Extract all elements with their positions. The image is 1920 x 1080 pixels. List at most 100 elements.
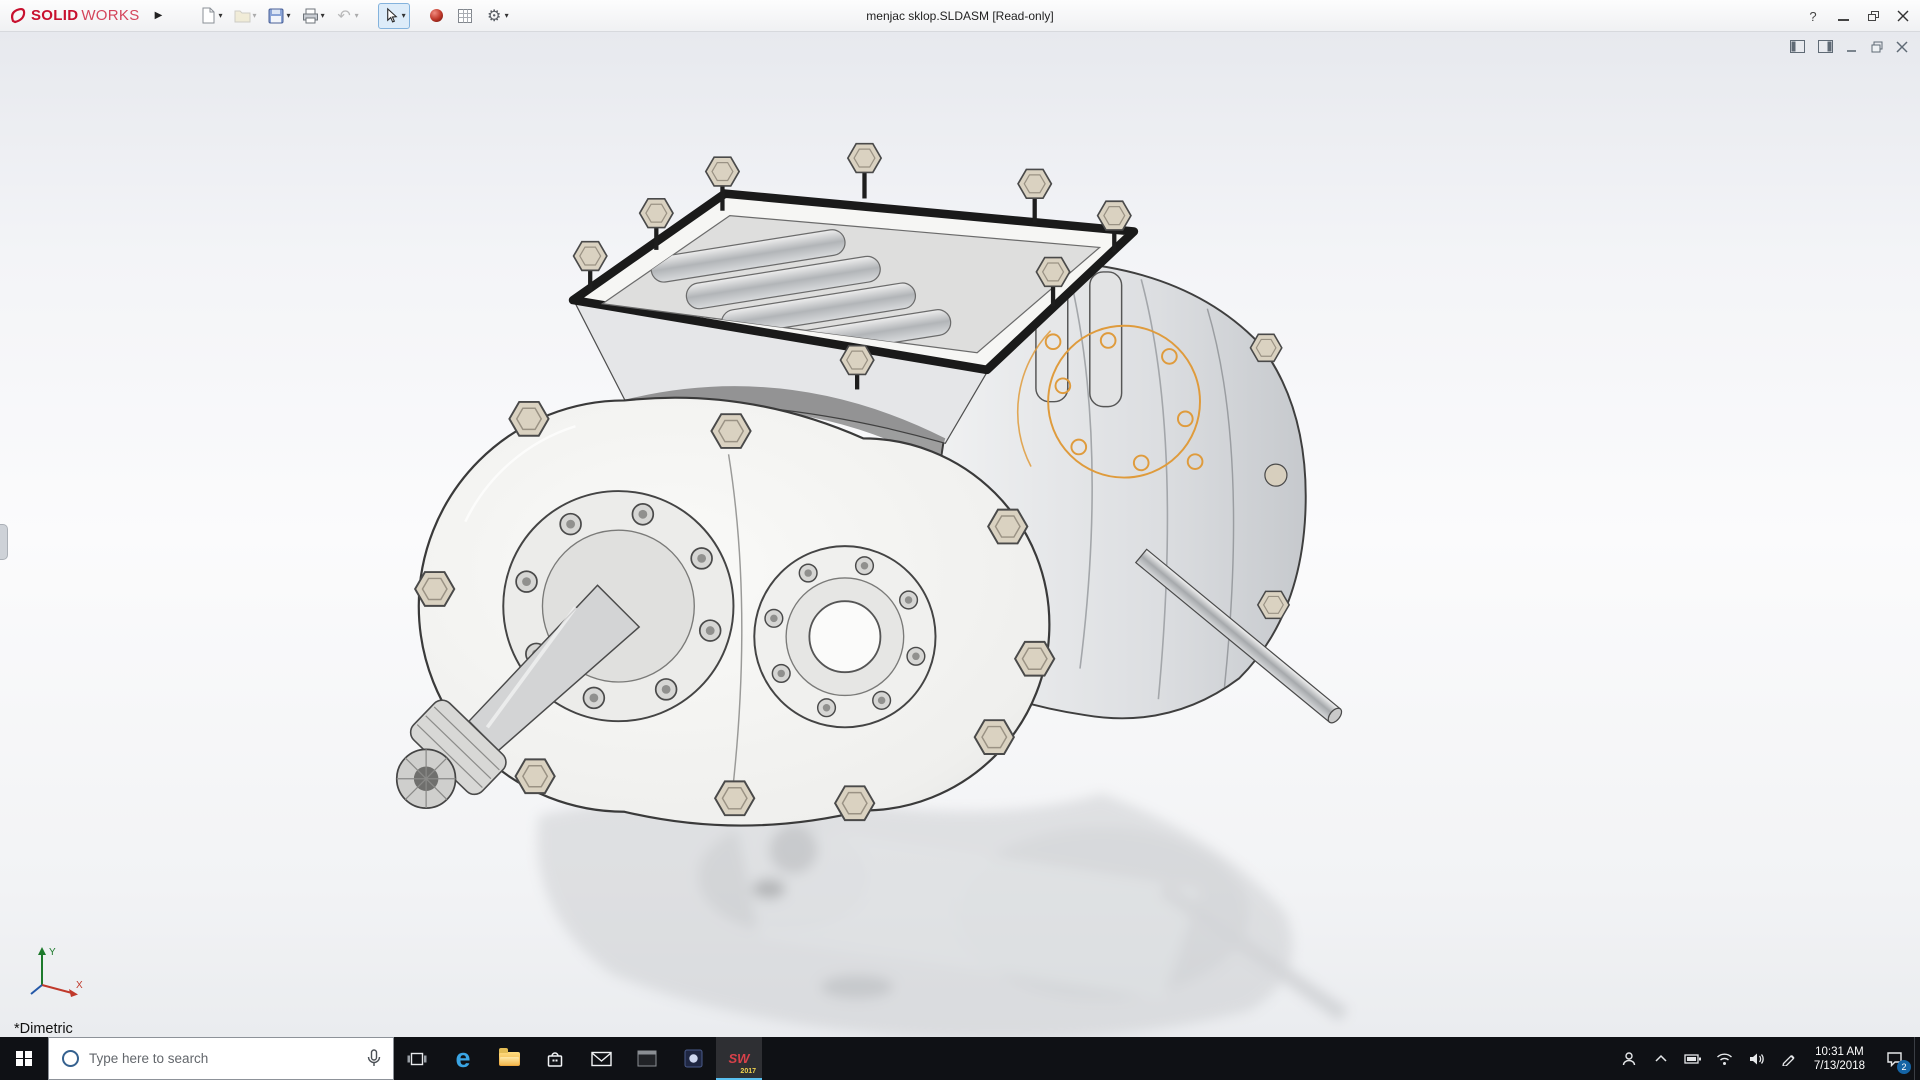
close-icon <box>1897 10 1909 22</box>
taskbar-store-button[interactable] <box>532 1037 578 1080</box>
view-orientation-label: *Dimetric <box>14 1021 73 1037</box>
title-bar: SOLID WORKS ▶ ▾ ▾ ▾ ▾ ↶ ▾ ▾ ⚙ ▾ menjac s… <box>0 0 1920 32</box>
pen-icon <box>1782 1055 1795 1066</box>
solidworks-year-label: 2017 <box>740 1068 756 1075</box>
close-button[interactable] <box>1888 0 1918 32</box>
dropdown-arrow-icon[interactable]: ▾ <box>321 11 325 20</box>
right-flange <box>753 545 937 729</box>
gear-icon: ⚙ <box>486 7 502 25</box>
main-toolbar: ▾ ▾ ▾ ▾ ↶ ▾ ▾ ⚙ ▾ <box>196 2 516 29</box>
solidworks-logo: SOLID WORKS <box>8 6 140 26</box>
dropdown-arrow-icon[interactable]: ▾ <box>253 11 257 20</box>
minimize-button[interactable] <box>1828 0 1858 32</box>
mail-envelope-icon <box>590 1051 612 1066</box>
new-document-button[interactable]: ▾ <box>196 3 226 29</box>
dropdown-arrow-icon[interactable]: ▾ <box>355 11 359 20</box>
chevron-up-icon <box>1655 1054 1667 1062</box>
taskbar-search[interactable] <box>48 1037 394 1080</box>
terminal-window-icon <box>637 1050 657 1067</box>
maximize-restore-button[interactable] <box>1858 0 1888 32</box>
model-reflection <box>537 793 1349 1037</box>
media-app-icon <box>684 1049 702 1068</box>
pane-left-icon[interactable] <box>1790 40 1805 53</box>
help-button[interactable]: ? <box>1798 0 1828 32</box>
save-button[interactable]: ▾ <box>264 3 294 29</box>
doc-close-icon[interactable] <box>1896 40 1908 53</box>
show-desktop-button[interactable] <box>1914 1037 1920 1080</box>
dropdown-arrow-icon[interactable]: ▾ <box>219 11 223 20</box>
triad-y-label: Y <box>49 947 56 958</box>
toolbar-expand-arrow[interactable]: ▶ <box>150 10 168 21</box>
taskbar-media-app-button[interactable] <box>670 1037 716 1080</box>
task-view-icon <box>407 1052 427 1065</box>
search-input[interactable] <box>89 1051 355 1066</box>
task-view-button[interactable] <box>394 1037 440 1080</box>
dropdown-arrow-icon[interactable]: ▾ <box>505 11 509 20</box>
panel-flyout-handle[interactable] <box>0 524 8 561</box>
windows-taskbar: e <box>0 1037 1920 1080</box>
system-tray: 10:31 AM 7/13/2018 2 <box>1613 1037 1920 1080</box>
edge-icon: e <box>455 1043 471 1073</box>
battery-button[interactable] <box>1677 1037 1709 1080</box>
store-bag-icon <box>547 1051 563 1067</box>
graphics-area[interactable]: Y X *Dimetric <box>0 32 1920 1037</box>
tray-overflow-button[interactable] <box>1645 1037 1677 1080</box>
taskbar-file-explorer-button[interactable] <box>486 1037 532 1080</box>
brand-works: WORKS <box>81 7 140 24</box>
open-folder-icon <box>233 6 252 25</box>
document-window-controls <box>1790 40 1908 53</box>
pane-right-icon[interactable] <box>1818 40 1833 53</box>
clock-time: 10:31 AM <box>1815 1045 1864 1058</box>
minimize-icon <box>1837 19 1849 21</box>
wifi-icon <box>1717 1052 1733 1065</box>
taskbar-solidworks-button[interactable]: SW 2017 <box>716 1037 762 1080</box>
taskbar-terminal-button[interactable] <box>624 1037 670 1080</box>
microphone-icon[interactable] <box>367 1049 381 1068</box>
volume-button[interactable] <box>1741 1037 1773 1080</box>
doc-restore-icon[interactable] <box>1871 41 1883 53</box>
orientation-triad[interactable]: Y X <box>26 941 88 1003</box>
action-center-button[interactable]: 2 <box>1874 1037 1914 1080</box>
solidworks-window: SOLID WORKS ▶ ▾ ▾ ▾ ▾ ↶ ▾ ▾ ⚙ ▾ menjac s… <box>0 0 1920 1080</box>
appearance-sphere-icon <box>427 6 446 25</box>
solidworks-app-icon: SW <box>728 1051 750 1066</box>
restore-icon <box>1867 11 1879 21</box>
open-button[interactable]: ▾ <box>230 3 260 29</box>
window-controls: ? <box>1798 0 1918 32</box>
ds-swirl-icon <box>11 7 26 23</box>
gearbox-model[interactable] <box>395 142 1344 827</box>
battery-icon <box>1684 1053 1701 1064</box>
notification-badge: 2 <box>1897 1060 1911 1074</box>
design-table-icon <box>456 6 475 25</box>
new-document-icon <box>199 6 218 25</box>
people-icon <box>1622 1051 1636 1065</box>
dropdown-arrow-icon[interactable]: ▾ <box>287 11 291 20</box>
brand-solid: SOLID <box>31 7 79 24</box>
appearance-button[interactable] <box>424 3 449 29</box>
gearbox-assembly-view[interactable] <box>0 32 1920 1037</box>
print-button[interactable]: ▾ <box>298 3 328 29</box>
print-icon <box>301 6 320 25</box>
doc-minimize-icon[interactable] <box>1846 41 1858 53</box>
dropdown-arrow-icon[interactable]: ▾ <box>402 11 406 20</box>
options-button[interactable]: ⚙ ▾ <box>482 3 512 29</box>
taskbar-edge-button[interactable]: e <box>440 1037 486 1080</box>
design-table-button[interactable] <box>453 3 478 29</box>
cortana-circle-icon <box>62 1050 79 1067</box>
taskbar-clock[interactable]: 10:31 AM 7/13/2018 <box>1805 1037 1874 1080</box>
select-cursor-icon <box>382 6 401 25</box>
people-button[interactable] <box>1613 1037 1645 1080</box>
speaker-icon <box>1749 1053 1764 1064</box>
undo-icon: ↶ <box>337 7 351 25</box>
taskbar-mail-button[interactable] <box>578 1037 624 1080</box>
undo-button[interactable]: ↶ ▾ <box>332 3 362 29</box>
windows-logo-icon <box>16 1050 32 1067</box>
network-button[interactable] <box>1709 1037 1741 1080</box>
triad-x-label: X <box>76 980 83 991</box>
file-explorer-icon <box>498 1047 520 1066</box>
save-icon <box>267 6 286 25</box>
select-button[interactable]: ▾ <box>377 2 410 29</box>
pen-button[interactable] <box>1773 1037 1805 1080</box>
clock-date: 7/13/2018 <box>1813 1059 1865 1072</box>
start-button[interactable] <box>0 1037 48 1080</box>
